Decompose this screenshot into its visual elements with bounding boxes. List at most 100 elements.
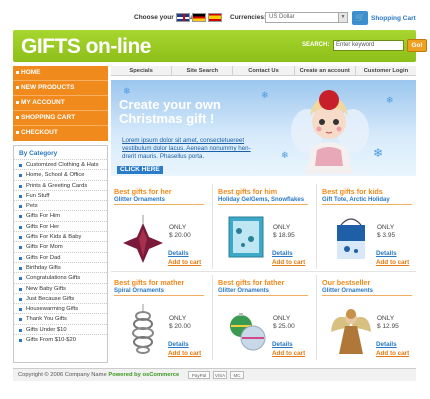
product-title[interactable]: Best gifts for her <box>114 187 212 196</box>
product-price-block: ONLY $ 3.95 <box>377 224 395 240</box>
menu-item-shopping-cart[interactable]: SHOPPING CART <box>13 111 108 126</box>
angel-figurine-icon[interactable] <box>327 302 375 356</box>
nav-contact-us[interactable]: Contact Us <box>233 66 295 75</box>
mastercard-logo: MC <box>230 371 244 379</box>
product-subtitle[interactable]: Glitter Ornaments <box>322 287 412 296</box>
only-label: ONLY <box>377 315 395 322</box>
only-label: ONLY <box>169 315 187 322</box>
product-price-block: ONLY $ 25.00 <box>273 315 295 331</box>
product-title[interactable]: Our bestseller <box>322 278 420 287</box>
category-item[interactable]: Housewarming Gifts <box>14 303 107 313</box>
visa-logo: VISA <box>213 371 227 379</box>
add-to-cart-link[interactable]: Add to cart <box>168 350 201 357</box>
product-subtitle[interactable]: Spiral Ornaments <box>114 287 204 296</box>
category-box: By Category Customized Clothing & Hats H… <box>13 145 108 363</box>
product-subtitle[interactable]: Glitter Ornaments <box>114 196 204 205</box>
shopping-cart-label[interactable]: Shopping Cart <box>371 15 416 22</box>
ball-ornaments-icon[interactable] <box>223 302 271 356</box>
product-card: Best gifts for kids Gift Tote, Arctic Ho… <box>322 187 420 277</box>
nav-create-account[interactable]: Create an account <box>295 66 356 75</box>
menu-item-new-products[interactable]: NEW PRODUCTS <box>13 81 108 96</box>
product-subtitle[interactable]: Gift Tote, Arctic Holiday <box>322 196 412 205</box>
add-to-cart-link[interactable]: Add to cart <box>168 259 201 266</box>
details-link[interactable]: Details <box>376 341 397 348</box>
copyright-text: Copyright © 2006 Company Name <box>18 372 107 378</box>
product-title[interactable]: Best gifts for father <box>218 278 316 287</box>
german-flag-icon[interactable] <box>192 13 206 22</box>
details-link[interactable]: Details <box>272 341 293 348</box>
product-subtitle[interactable]: Glitter Ornaments <box>218 287 308 296</box>
details-link[interactable]: Details <box>272 250 293 257</box>
add-to-cart-link[interactable]: Add to cart <box>272 350 305 357</box>
english-flag-icon[interactable] <box>176 13 190 22</box>
category-item[interactable]: Just Because Gifts <box>14 292 107 303</box>
product-subtitle[interactable]: Holiday GelGems, Snowflakes <box>218 196 308 205</box>
category-item[interactable]: Gifts Under $10 <box>14 323 107 334</box>
product-title[interactable]: Best gifts for kids <box>322 187 420 196</box>
category-item[interactable]: Fun Stuff <box>14 189 107 200</box>
spanish-flag-icon[interactable] <box>208 13 222 22</box>
currency-select[interactable]: US Dollar ▼ <box>265 12 348 23</box>
nav-customer-login[interactable]: Customer Login <box>356 66 416 75</box>
gelgems-card-icon[interactable] <box>223 211 271 265</box>
currency-value: US Dollar <box>269 14 295 20</box>
footer: Copyright © 2006 Company Name Powered by… <box>13 368 416 381</box>
click-here-button[interactable]: CLICK HERE <box>117 166 163 174</box>
menu-item-my-account[interactable]: MY ACCOUNT <box>13 96 108 111</box>
banner-headline: Create your own Christmas gift ! <box>119 98 221 126</box>
only-label: ONLY <box>377 224 395 231</box>
site-logo[interactable]: GIFTS on-line <box>21 35 152 59</box>
spiral-ornament-icon[interactable] <box>119 302 167 356</box>
category-item[interactable]: Gifts From $10-$20 <box>14 334 107 344</box>
nav-site-search[interactable]: Site Search <box>172 66 234 75</box>
top-nav: Specials Site Search Contact Us Create a… <box>111 66 416 76</box>
go-button[interactable]: Go! <box>407 39 427 52</box>
gift-tote-icon[interactable] <box>327 211 375 265</box>
footer-text: Copyright © 2006 Company Name Powered by… <box>18 372 179 378</box>
product-price: $ 3.95 <box>377 232 396 239</box>
powered-by-link[interactable]: Powered by osCommerce <box>108 372 179 378</box>
divider <box>316 275 317 360</box>
product-title[interactable]: Best gifts for mather <box>114 278 212 287</box>
category-item[interactable]: Customized Clothing & Hats <box>14 159 107 169</box>
details-link[interactable]: Details <box>168 250 189 257</box>
only-label: ONLY <box>169 224 187 231</box>
category-item[interactable]: Gifts For Her <box>14 220 107 231</box>
category-item[interactable]: Gifts For Him <box>14 210 107 220</box>
currencies-label: Currencies: <box>230 14 267 21</box>
category-item[interactable]: Birthday Gifts <box>14 261 107 272</box>
main-menu: HOME NEW PRODUCTS MY ACCOUNT SHOPPING CA… <box>13 66 108 141</box>
category-item[interactable]: Congratulations Gifts <box>14 272 107 282</box>
top-utility-bar: Choose your language: Currencies: US Dol… <box>0 0 430 28</box>
add-to-cart-link[interactable]: Add to cart <box>376 259 409 266</box>
doll-image <box>291 90 369 174</box>
category-item[interactable]: Pets <box>14 200 107 210</box>
snowflake-icon: ❄ <box>123 86 131 96</box>
menu-item-home[interactable]: HOME <box>13 66 108 81</box>
details-link[interactable]: Details <box>376 250 397 257</box>
category-item[interactable]: New Baby Gifts <box>14 282 107 293</box>
search-input[interactable]: Enter keyword <box>333 40 404 51</box>
add-to-cart-link[interactable]: Add to cart <box>272 259 305 266</box>
nav-specials[interactable]: Specials <box>111 66 173 75</box>
only-label: ONLY <box>273 224 291 231</box>
ornament-star-icon[interactable] <box>119 211 167 265</box>
menu-item-checkout[interactable]: CHECKOUT <box>13 126 108 141</box>
product-price-block: ONLY $ 18.95 <box>273 224 295 240</box>
category-item[interactable]: Gifts For Dad <box>14 251 107 262</box>
product-price: $ 20.00 <box>169 323 191 330</box>
product-title[interactable]: Best gifts for him <box>218 187 316 196</box>
search-label: SEARCH: <box>302 42 330 48</box>
shopping-cart-link[interactable]: 🛒 Shopping Cart <box>352 11 416 25</box>
cart-icon[interactable]: 🛒 <box>352 11 368 25</box>
category-item[interactable]: Home, School & Office <box>14 169 107 179</box>
category-item[interactable]: Gifts For Kids & Baby <box>14 231 107 241</box>
details-link[interactable]: Details <box>168 341 189 348</box>
category-item[interactable]: Prints & Greeting Cards <box>14 179 107 190</box>
promo-banner[interactable]: ❄ ❄ ❄ ❄ ❄ Create your own Christmas gift… <box>111 80 416 176</box>
banner-text-line-3: drerit mauris. Phasellus porta. <box>122 153 205 160</box>
chevron-down-icon[interactable]: ▼ <box>338 13 347 22</box>
category-item[interactable]: Gifts For Mom <box>14 241 107 251</box>
category-item[interactable]: Thank You Gifts <box>14 313 107 323</box>
add-to-cart-link[interactable]: Add to cart <box>376 350 409 357</box>
